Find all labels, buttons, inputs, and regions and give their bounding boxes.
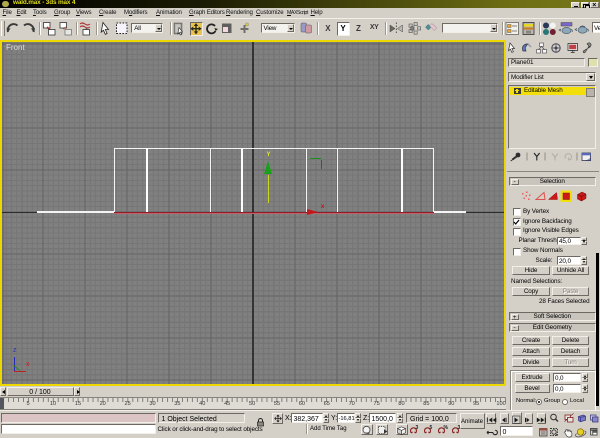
svg-text:3: 3 (416, 425, 419, 431)
svg-text:5: 5 (430, 425, 433, 431)
svg-text:3: 3 (458, 425, 461, 431)
svg-text:%: % (444, 425, 449, 431)
